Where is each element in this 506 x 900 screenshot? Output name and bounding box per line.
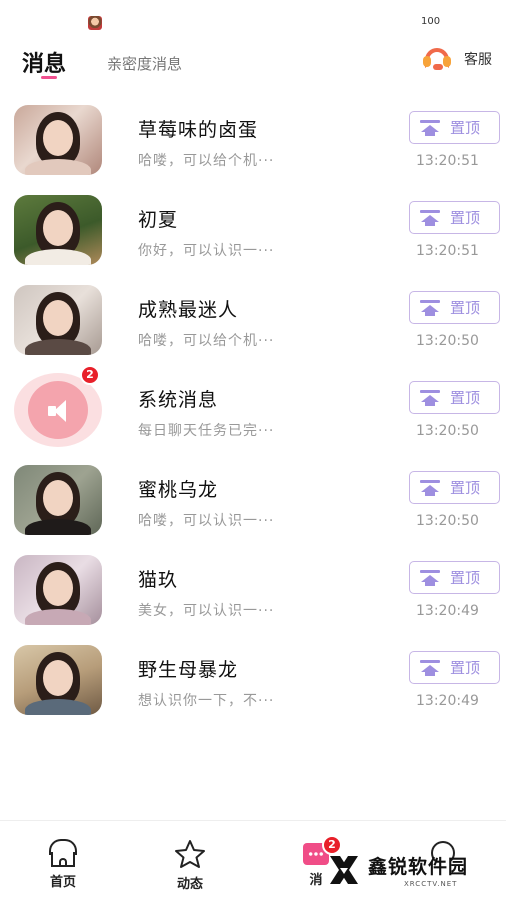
speaker-icon [48, 398, 72, 424]
conversation-row[interactable]: 2 系统消息 每日聊天任务已完··· 置顶 13:20:50 [0, 365, 506, 455]
message-time: 13:20:51 [416, 153, 479, 169]
contact-name: 系统消息 [138, 389, 219, 411]
status-bar: 100 [0, 0, 506, 36]
message-time: 13:20:50 [416, 423, 479, 439]
pin-label: 置顶 [450, 389, 481, 407]
unread-badge: 2 [80, 365, 100, 385]
pin-to-top-icon [420, 389, 440, 406]
watermark: 鑫锐软件园 XRCCTV.NET [328, 850, 498, 894]
nav-feed-label: 动态 [176, 877, 203, 892]
message-preview: 哈喽，可以给个机··· [138, 333, 275, 349]
contact-name: 蜜桃乌龙 [138, 479, 219, 501]
star-icon [175, 840, 205, 868]
pin-to-top-icon [420, 569, 440, 586]
customer-service-label: 客服 [464, 52, 492, 68]
conversation-row[interactable]: 草莓味的卤蛋 哈喽，可以给个机··· 置顶 13:20:51 [0, 95, 506, 185]
pin-button[interactable]: 置顶 [409, 201, 500, 234]
pin-to-top-icon [420, 299, 440, 316]
pin-label: 置顶 [450, 569, 481, 587]
conversation-list: 草莓味的卤蛋 哈喽，可以给个机··· 置顶 13:20:51 初夏 你好，可以认… [0, 95, 506, 725]
message-preview: 你好，可以认识一··· [138, 243, 275, 259]
message-preview: 美女，可以认识一··· [138, 603, 275, 619]
app-notification-icon [88, 16, 102, 30]
pin-button[interactable]: 置顶 [409, 561, 500, 594]
nav-home[interactable]: 首页 [33, 839, 93, 890]
nav-feed[interactable]: 动态 [160, 839, 220, 892]
pin-to-top-icon [420, 119, 440, 136]
pin-label: 置顶 [450, 299, 481, 317]
home-icon [48, 839, 78, 867]
contact-name: 初夏 [138, 209, 179, 231]
battery-level: 100 [421, 16, 441, 27]
customer-service-button[interactable]: 客服 [422, 44, 492, 74]
avatar[interactable] [14, 285, 102, 355]
pin-label: 置顶 [450, 659, 481, 677]
watermark-url: XRCCTV.NET [404, 880, 458, 888]
conversation-row[interactable]: 初夏 你好，可以认识一··· 置顶 13:20:51 [0, 185, 506, 275]
avatar[interactable] [14, 195, 102, 265]
message-preview: 每日聊天任务已完··· [138, 423, 275, 439]
conversation-row[interactable]: 野生母暴龙 想认识你一下，不··· 置顶 13:20:49 [0, 635, 506, 725]
tab-intimacy-messages[interactable]: 亲密度消息 [107, 53, 182, 74]
pin-button[interactable]: 置顶 [409, 291, 500, 324]
contact-name: 野生母暴龙 [138, 659, 239, 681]
pin-button[interactable]: 置顶 [409, 471, 500, 504]
nav-home-label: 首页 [49, 875, 76, 890]
contact-name: 成熟最迷人 [138, 299, 239, 321]
message-time: 13:20:49 [416, 693, 479, 709]
avatar[interactable] [14, 105, 102, 175]
message-time: 13:20:50 [416, 513, 479, 529]
tab-messages[interactable]: 消息 [22, 46, 66, 78]
pin-label: 置顶 [450, 119, 481, 137]
pin-to-top-icon [420, 479, 440, 496]
message-preview: 想认识你一下，不··· [138, 693, 275, 709]
watermark-text: 鑫锐软件园 [368, 856, 469, 878]
avatar[interactable] [14, 555, 102, 625]
conversation-row[interactable]: 猫玖 美女，可以认识一··· 置顶 13:20:49 [0, 545, 506, 635]
conversation-row[interactable]: 成熟最迷人 哈喽，可以给个机··· 置顶 13:20:50 [0, 275, 506, 365]
message-preview: 哈喽，可以给个机··· [138, 153, 275, 169]
pin-button[interactable]: 置顶 [409, 381, 500, 414]
pin-to-top-icon [420, 659, 440, 676]
pin-to-top-icon [420, 209, 440, 226]
message-time: 13:20:51 [416, 243, 479, 259]
avatar[interactable] [14, 645, 102, 715]
avatar[interactable] [14, 465, 102, 535]
contact-name: 草莓味的卤蛋 [138, 119, 259, 141]
pin-button[interactable]: 置顶 [409, 651, 500, 684]
pin-label: 置顶 [450, 479, 481, 497]
pin-button[interactable]: 置顶 [409, 111, 500, 144]
headset-icon [422, 47, 452, 71]
watermark-logo-icon [330, 856, 358, 884]
message-preview: 哈喽，可以认识一··· [138, 513, 275, 529]
header: 消息 亲密度消息 客服 [0, 36, 506, 90]
conversation-row[interactable]: 蜜桃乌龙 哈喽，可以认识一··· 置顶 13:20:50 [0, 455, 506, 545]
message-time: 13:20:49 [416, 603, 479, 619]
pin-label: 置顶 [450, 209, 481, 227]
active-tab-indicator [41, 76, 57, 79]
message-time: 13:20:50 [416, 333, 479, 349]
contact-name: 猫玖 [138, 569, 179, 591]
